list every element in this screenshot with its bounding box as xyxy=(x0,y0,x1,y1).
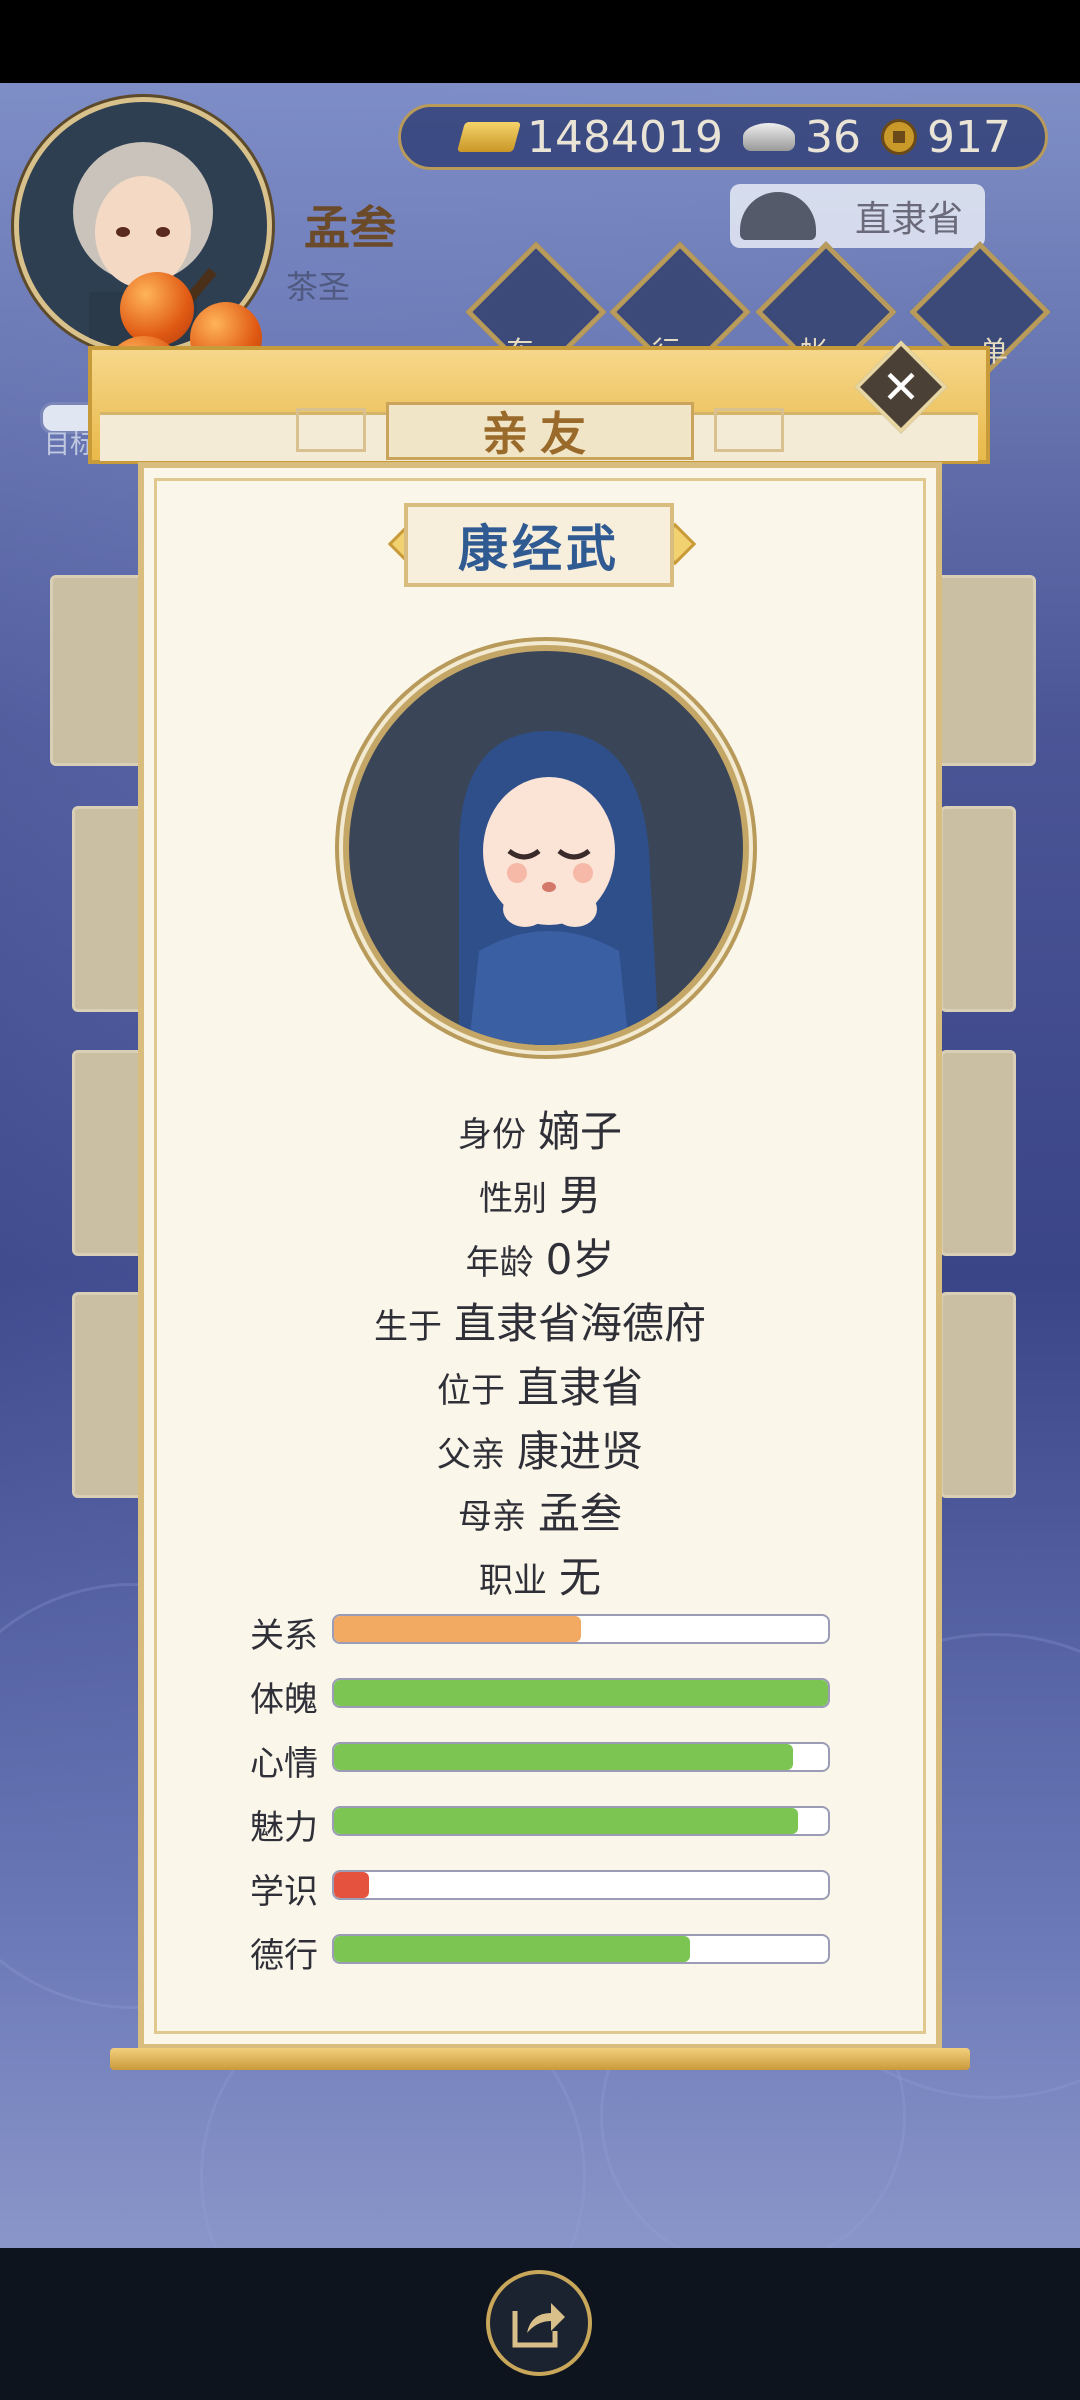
info-value: 0岁 xyxy=(545,1235,615,1284)
close-icon: ✕ xyxy=(881,360,921,414)
stat-fill xyxy=(334,1744,794,1770)
stat-fill xyxy=(334,1616,581,1642)
stat-charm-bar xyxy=(332,1806,830,1836)
info-value: 孟叁 xyxy=(537,1489,622,1538)
hawthorn-fruit-icon xyxy=(120,272,194,346)
person-name: 康经武 xyxy=(404,503,674,587)
person-avatar xyxy=(343,645,749,1051)
currency-bar: 1484019 36 917 xyxy=(398,104,1048,170)
stat-relationship-bar xyxy=(332,1614,830,1644)
silver-amount: 36 xyxy=(804,111,861,163)
info-label: 父亲 xyxy=(436,1435,505,1475)
tab-decoration-left xyxy=(296,408,366,452)
info-value: 嫡子 xyxy=(537,1107,622,1156)
info-label: 生于 xyxy=(373,1307,442,1347)
info-value: 男 xyxy=(558,1171,601,1220)
location-button[interactable]: 直隶省 xyxy=(730,184,985,248)
info-mother-row: 母亲 孟叁 xyxy=(0,1480,1080,1541)
location-label: 直隶省 xyxy=(854,199,963,240)
share-button[interactable] xyxy=(486,2270,592,2376)
stat-fill xyxy=(334,1808,799,1834)
player-title: 茶圣 xyxy=(286,268,351,306)
share-icon xyxy=(512,2303,565,2348)
gold-amount: 1484019 xyxy=(527,111,723,163)
tab-decoration-right xyxy=(714,408,784,452)
background-card xyxy=(930,575,1036,766)
info-location-row: 位于 直隶省 xyxy=(0,1354,1080,1415)
stat-mood-bar xyxy=(332,1742,830,1772)
info-label: 母亲 xyxy=(457,1497,526,1537)
modal-bottom-rail xyxy=(110,2048,970,2070)
info-label: 年龄 xyxy=(465,1243,534,1283)
background-card xyxy=(940,806,1016,1012)
stat-fill xyxy=(334,1936,690,1962)
stat-knowledge-bar xyxy=(332,1870,830,1900)
coin-amount: 917 xyxy=(926,111,1011,163)
info-value: 直隶省海德府 xyxy=(453,1299,706,1348)
stat-physique-bar xyxy=(332,1678,830,1708)
info-value: 康进贤 xyxy=(516,1427,643,1476)
stat-physique-label: 体魄 xyxy=(250,1680,318,1720)
modal-title: 亲友 xyxy=(386,402,694,461)
info-age-row: 年龄 0岁 xyxy=(0,1226,1080,1287)
info-gender-row: 性别男 xyxy=(0,1162,1080,1223)
info-occupation-row: 职业无 xyxy=(0,1544,1080,1605)
info-value: 直隶省 xyxy=(516,1363,643,1412)
stat-relationship-label: 关系 xyxy=(250,1616,318,1656)
baby-portrait-icon xyxy=(459,731,659,1045)
info-label: 性别 xyxy=(478,1179,547,1219)
location-icon xyxy=(740,192,816,240)
stat-mood-label: 心情 xyxy=(250,1744,318,1784)
stat-knowledge-label: 学识 xyxy=(250,1872,318,1912)
player-name: 孟叁 xyxy=(304,201,396,255)
info-birthplace-row: 生于 直隶省海德府 xyxy=(0,1290,1080,1351)
info-value: 无 xyxy=(558,1553,601,1602)
info-identity-row: 身份 嫡子 xyxy=(0,1098,1080,1159)
silver-ingot-icon xyxy=(742,123,795,151)
stat-morality-bar xyxy=(332,1934,830,1964)
stat-morality-label: 德行 xyxy=(250,1936,318,1976)
info-father-row: 父亲 康进贤 xyxy=(0,1418,1080,1479)
info-label: 位于 xyxy=(436,1371,505,1411)
stat-fill xyxy=(334,1680,828,1706)
stat-charm-label: 魅力 xyxy=(250,1808,318,1848)
gold-ingot-icon xyxy=(456,122,522,152)
info-label: 职业 xyxy=(478,1561,547,1601)
info-label: 身份 xyxy=(457,1115,526,1155)
stat-fill xyxy=(334,1872,369,1898)
copper-coin-icon xyxy=(880,119,917,155)
